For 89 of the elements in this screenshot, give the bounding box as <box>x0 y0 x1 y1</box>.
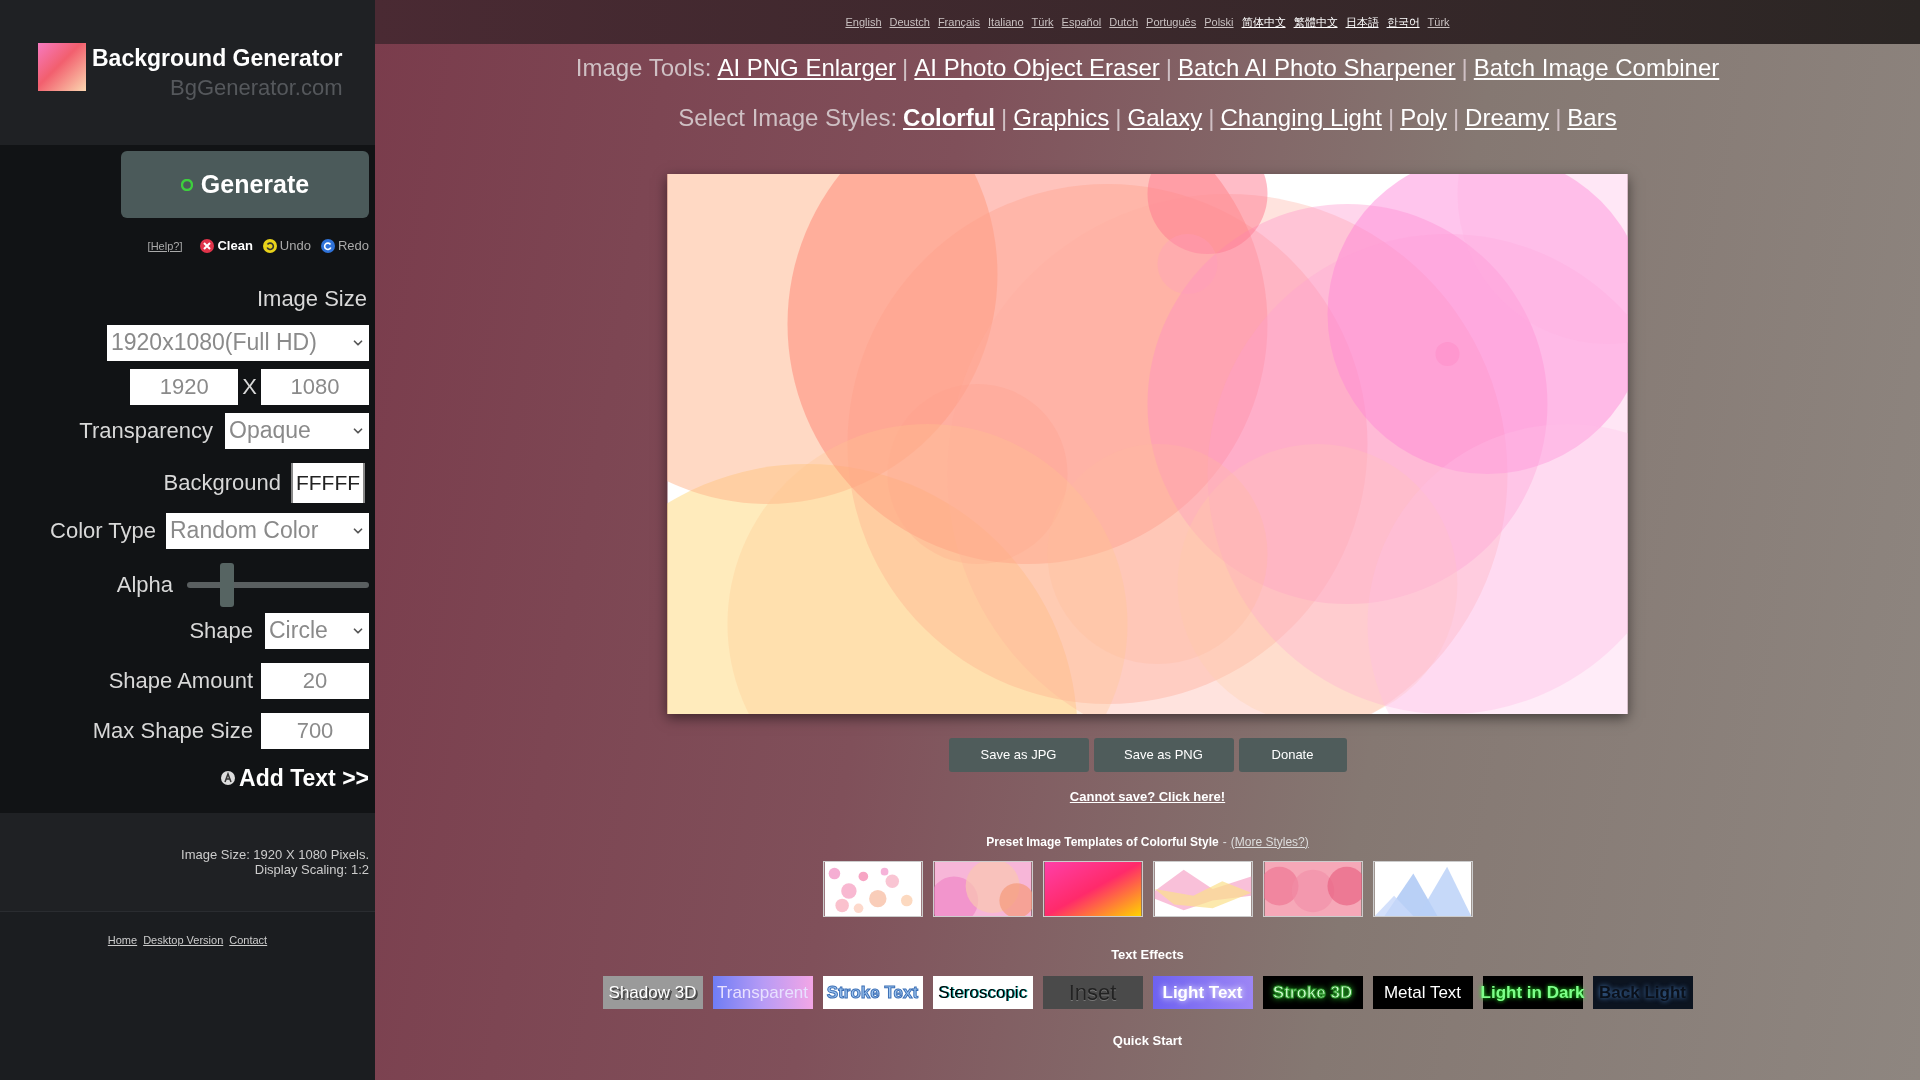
language-link[interactable]: Türk <box>1031 13 1054 31</box>
text-effect-button[interactable]: Steroscopic <box>932 976 1033 1009</box>
generate-button[interactable]: Generate <box>121 151 369 218</box>
save-button[interactable]: Donate <box>1238 738 1347 772</box>
field-label: Shape Amount <box>108 667 253 695</box>
separator: | <box>1001 103 1008 133</box>
styles-label: Select Image Styles: <box>678 103 898 133</box>
language-link[interactable]: 繁體中文 <box>1293 13 1338 31</box>
separator: | <box>1555 103 1562 133</box>
template-thumbnail[interactable] <box>1042 860 1143 917</box>
height-field[interactable]: 1080 <box>261 368 369 405</box>
tool-link[interactable]: Batch Image Combiner <box>1473 50 1720 86</box>
action-link[interactable]: Redo <box>320 236 369 256</box>
language-link[interactable]: 日本語 <box>1345 13 1379 31</box>
style-link[interactable]: Dreamy <box>1465 100 1550 136</box>
redo-icon <box>320 238 335 253</box>
tool-link[interactable]: AI PNG Enlarger <box>717 50 897 86</box>
tool-link[interactable]: Batch AI Photo Sharpener <box>1178 50 1456 86</box>
logo-icon <box>38 43 86 91</box>
app-title: Background Generator <box>92 44 343 73</box>
style-link[interactable]: Graphics <box>1013 100 1110 136</box>
template-thumbnail[interactable] <box>822 860 923 917</box>
field-label: Max Shape Size <box>92 717 253 745</box>
language-link[interactable]: Dutch <box>1109 13 1139 31</box>
text-effect-button[interactable]: Back Light <box>1592 976 1693 1009</box>
close-icon <box>200 238 215 253</box>
add-text-link[interactable]: Add Text >> <box>221 760 369 795</box>
language-link[interactable]: English <box>845 13 882 31</box>
quick-start-title: Quick Start <box>1112 1032 1183 1050</box>
separator: | <box>1208 103 1215 133</box>
template-thumbnail[interactable] <box>1262 860 1363 917</box>
field-label: Shape <box>189 617 253 645</box>
language-link[interactable]: Italiano <box>988 13 1024 31</box>
text-effect-button[interactable]: Light in Dark <box>1482 976 1583 1009</box>
save-button[interactable]: Save as JPG <box>948 738 1089 772</box>
field-label: Alpha <box>116 571 173 599</box>
language-link[interactable]: Español <box>1061 13 1102 31</box>
style-link[interactable]: Bars <box>1567 100 1617 136</box>
info-text: Image Size: 1920 X 1080 Pixels. <box>181 847 369 862</box>
language-link[interactable]: Deustch <box>889 13 930 31</box>
style-link[interactable]: Changing Light <box>1220 100 1382 136</box>
footer-link[interactable]: Desktop Version <box>143 932 224 949</box>
tool-link[interactable]: AI Photo Object Eraser <box>914 50 1160 86</box>
separator: | <box>902 53 909 83</box>
cannot-save-link[interactable]: Cannot save? Click here! <box>1069 787 1226 807</box>
style-link[interactable]: Poly <box>1400 100 1447 136</box>
info-text: Display Scaling: 1:2 <box>254 862 369 877</box>
text-effects-title: Text Effects <box>1111 945 1184 964</box>
save-button[interactable]: Save as PNG <box>1093 738 1234 772</box>
language-link[interactable]: 한국어 <box>1386 13 1420 31</box>
language-link[interactable]: Türk <box>1427 13 1450 31</box>
max-size-field[interactable]: 700 <box>261 712 369 749</box>
style-link[interactable]: Galaxy <box>1127 100 1203 136</box>
field-label: Transparency <box>79 417 213 445</box>
style-link[interactable]: Colorful <box>903 100 996 136</box>
footer-link[interactable]: Home <box>107 932 138 949</box>
footer-link[interactable]: Contact <box>229 932 268 949</box>
field-label: Image Size <box>256 285 367 311</box>
action-link[interactable]: Undo <box>262 236 311 256</box>
separator: | <box>1165 53 1173 83</box>
site-name: BgGenerator.com <box>170 74 343 102</box>
slider-thumb[interactable] <box>220 562 235 607</box>
language-link[interactable]: Français <box>937 13 981 31</box>
times-sign: X <box>242 373 257 401</box>
language-link[interactable]: 简体中文 <box>1241 13 1286 31</box>
alpha-slider[interactable] <box>187 562 369 607</box>
color-field[interactable]: FFFFF <box>291 462 365 503</box>
letter-circle-icon <box>221 770 236 785</box>
language-link[interactable]: Polski <box>1204 13 1234 31</box>
separator: | <box>1115 103 1122 133</box>
undo-icon <box>262 238 277 253</box>
text-effect-button[interactable]: Light Text <box>1152 976 1253 1009</box>
separator: | <box>1387 103 1395 133</box>
field-label: Background <box>163 469 281 497</box>
template-thumbnail[interactable] <box>932 860 1033 917</box>
tools-label: Image Tools: <box>575 53 712 83</box>
separator: | <box>1461 53 1468 83</box>
separator: | <box>1452 103 1460 133</box>
help-link[interactable]: [Help?] <box>147 237 183 254</box>
more-styles-link[interactable]: (More Styles?) <box>1230 832 1309 851</box>
template-thumbnail[interactable] <box>1152 860 1253 917</box>
template-thumbnail[interactable] <box>1372 860 1473 917</box>
dash: - <box>1222 833 1227 851</box>
field-label: Color Type <box>50 517 156 545</box>
language-link[interactable]: Português <box>1146 13 1197 31</box>
templates-title: Preset Image Templates of Colorful Style <box>986 833 1219 851</box>
text-effect-button[interactable]: Metal Text <box>1372 976 1473 1009</box>
action-link[interactable]: Clean <box>200 236 253 256</box>
text-effect-button[interactable]: Stroke 3D <box>1262 976 1363 1009</box>
